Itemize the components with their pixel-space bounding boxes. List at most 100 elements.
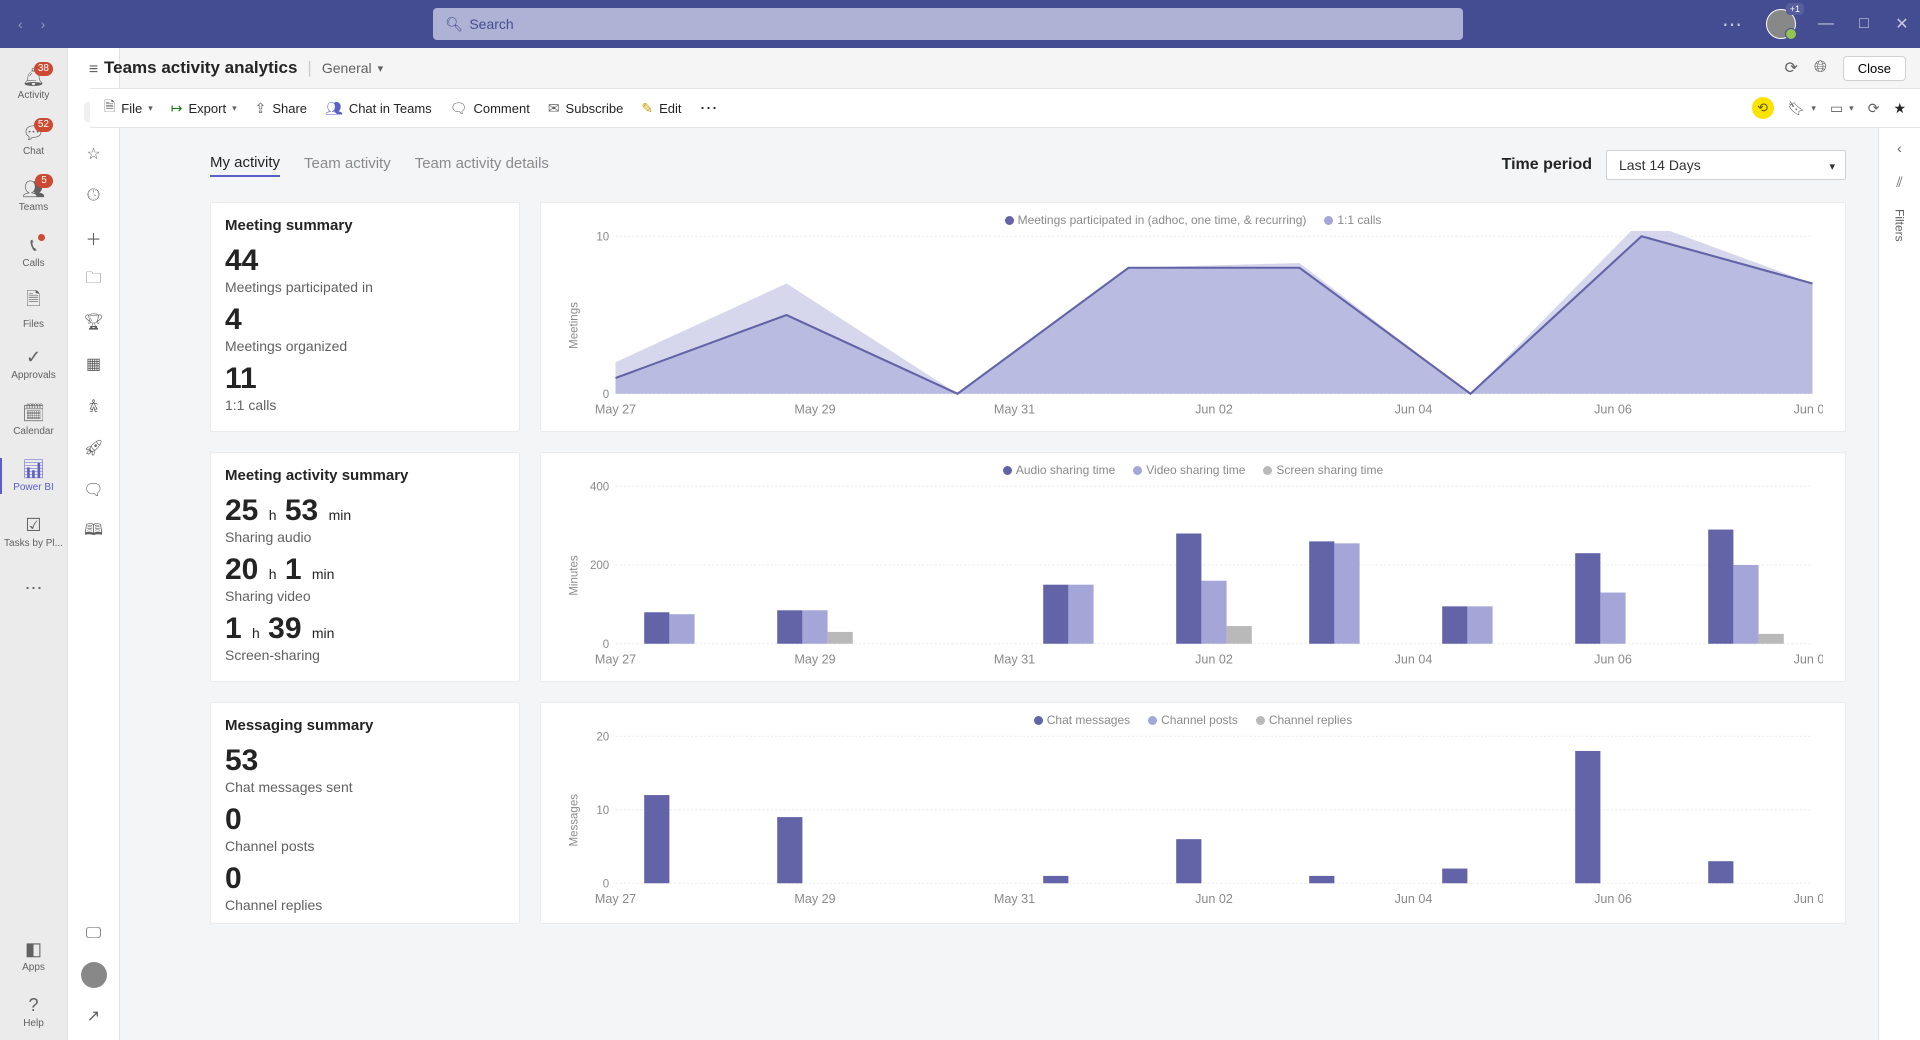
svg-text:400: 400 [590,481,609,493]
rail-calendar[interactable]: 🗓︎Calendar [0,392,67,448]
edit-button[interactable]: ✎Edit [641,100,681,117]
svg-text:Jun 04: Jun 04 [1395,892,1433,906]
file-menu[interactable]: 🗎File▾ [104,96,153,120]
metric-value: 11 [225,362,505,395]
svg-text:20: 20 [596,731,609,743]
export-icon: ↦ [171,100,183,117]
nav-back-icon[interactable]: ‹ [18,16,23,32]
nav-forward-icon[interactable]: › [41,16,46,32]
display-icon[interactable]: 🖵 [84,924,104,944]
collapse-icon[interactable]: ‹ [1897,140,1902,156]
toolbar-more-icon[interactable]: ⋯ [700,98,720,119]
rail-approvals[interactable]: ✓Approvals [0,336,67,392]
rocket-icon[interactable]: 🚀︎ [84,438,104,458]
tab-team-activity[interactable]: Team activity [304,155,391,176]
minutes-bar-chart[interactable]: Audio sharing time Video sharing time Sc… [540,452,1846,682]
pencil-icon: ✎ [641,100,653,117]
mail-icon: ✉︎ [548,100,560,117]
metric-value: 44 [225,244,505,277]
svg-text:Jun 08: Jun 08 [1794,892,1823,906]
scope-dropdown[interactable]: General▾ [322,60,383,76]
time-period-select[interactable]: Last 14 Days▾ [1606,150,1846,180]
app-rail: 🔔︎38Activity 💬︎52Chat 👥︎5Teams 📞︎Calls 🗎… [0,48,68,1040]
share-icon: ⇪ [255,100,267,117]
messages-bar-chart[interactable]: Chat messages Channel posts Channel repl… [540,702,1846,924]
rail-activity[interactable]: 🔔︎38Activity [0,56,67,112]
plus-icon[interactable]: ＋ [84,228,104,248]
metric-label: 1:1 calls [225,397,505,413]
bar-chart-svg: 01020MessagesMay 27May 29May 31Jun 02Jun… [563,731,1823,910]
subscribe-button[interactable]: ✉︎Subscribe [548,100,624,117]
chevron-down-icon: ▾ [1829,160,1835,173]
more-icon[interactable]: ⋯ [1722,12,1744,37]
chat-in-teams-button[interactable]: 👥︎Chat in Teams [325,100,432,117]
book-icon[interactable]: 🕮 [84,522,104,542]
history-icon[interactable]: 🕓︎ [84,186,104,206]
filters-label[interactable]: Filters [1893,209,1907,242]
comment-button[interactable]: 🗨︎Comment [450,100,530,117]
page-title: Teams activity analytics [104,58,297,78]
trophy-icon[interactable]: 🏆︎ [84,312,104,332]
rail-more[interactable]: ⋯ [0,560,67,616]
share-button[interactable]: ⇪Share [255,100,307,117]
svg-text:Jun 06: Jun 06 [1594,892,1632,906]
svg-text:Messages: Messages [569,794,581,847]
expand-icon[interactable]: ↗ [84,1006,104,1026]
time-period-label: Time period [1502,156,1592,174]
chart-legend: Meetings participated in (adhoc, one tim… [563,213,1823,227]
svg-text:May 27: May 27 [595,892,636,906]
workspace-avatar[interactable] [81,962,107,988]
svg-text:Jun 08: Jun 08 [1794,403,1823,417]
bookmark-icon: 🔖︎ [1788,100,1806,117]
export-menu[interactable]: ↦Export▾ [171,100,237,117]
archive-icon[interactable]: 🗀 [84,270,104,290]
globe-icon[interactable]: 🌐︎ [1814,59,1827,77]
svg-text:0: 0 [603,389,609,401]
area-chart-svg: 010MeetingsMay 27May 29May 31Jun 02Jun 0… [563,231,1823,420]
svg-text:0: 0 [603,639,609,651]
metric-label: Screen-sharing [225,647,505,663]
chat-icon[interactable]: 🗨︎ [84,480,104,500]
metric-value: 1 h 39 min [225,612,505,645]
view-menu[interactable]: ▭▾ [1830,100,1854,117]
star-icon[interactable]: ☆ [84,144,104,164]
search-icon: 🔍︎ [445,16,463,33]
svg-text:Jun 02: Jun 02 [1195,403,1233,417]
close-window-icon[interactable]: ✕ [1894,16,1910,32]
svg-text:May 31: May 31 [994,892,1035,906]
minimize-icon[interactable]: — [1818,16,1834,32]
meetings-area-chart[interactable]: Meetings participated in (adhoc, one tim… [540,202,1846,432]
search-input[interactable] [433,8,1463,40]
refresh-report-icon[interactable]: ⟳ [1868,100,1880,117]
filter-icon[interactable]: ⫽ [1896,174,1902,191]
svg-text:Jun 06: Jun 06 [1594,403,1632,417]
metric-value: 53 [225,744,505,777]
rail-teams[interactable]: 👥︎5Teams [0,168,67,224]
rail-chat[interactable]: 💬︎52Chat [0,112,67,168]
user-avatar[interactable]: +1 [1766,9,1796,39]
maximize-icon[interactable]: □ [1856,16,1872,32]
svg-text:10: 10 [596,805,609,817]
person-share-icon[interactable]: 𖠋 [84,396,104,416]
rail-help[interactable]: ?Help [0,984,67,1040]
metric-value: 20 h 1 min [225,553,505,586]
layout-icon[interactable]: ▦ [84,354,104,374]
rail-power-bi[interactable]: 📊︎Power BI [0,448,67,504]
rail-calls[interactable]: 📞︎Calls [0,224,67,280]
rail-tasks[interactable]: ☑︎Tasks by Pl... [0,504,67,560]
favorite-icon[interactable]: ★ [1893,100,1906,117]
rail-apps[interactable]: ◧Apps [0,928,67,984]
svg-text:May 29: May 29 [794,653,835,667]
svg-text:Minutes: Minutes [569,555,581,596]
refresh-icon[interactable]: ⟳ [1785,58,1798,78]
tab-team-details[interactable]: Team activity details [415,155,549,176]
close-button[interactable]: Close [1843,56,1906,81]
svg-text:Jun 06: Jun 06 [1594,653,1632,667]
svg-text:May 31: May 31 [994,653,1035,667]
messaging-summary-card: Messaging summary 53 Chat messages sent … [210,702,520,924]
tab-my-activity[interactable]: My activity [210,154,280,177]
bookmark-menu[interactable]: 🔖︎▾ [1788,100,1816,117]
svg-text:May 29: May 29 [794,403,835,417]
reset-icon[interactable]: ⟲ [1752,97,1774,119]
rail-files[interactable]: 🗎Files [0,280,67,336]
